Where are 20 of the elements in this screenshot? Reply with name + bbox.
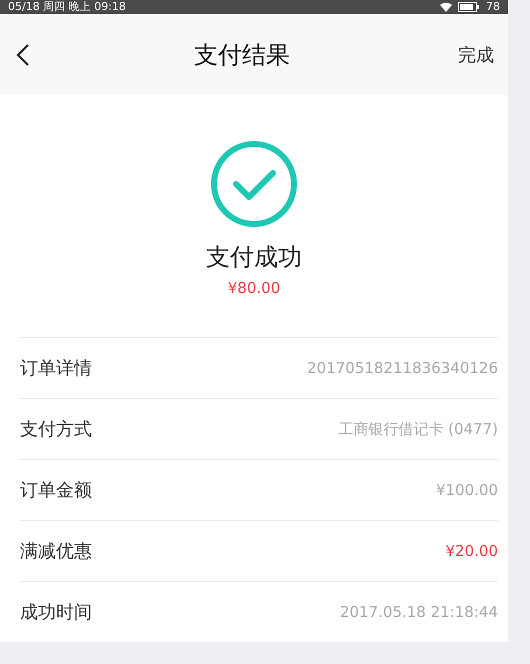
detail-label: 满减优惠 (20, 540, 92, 563)
detail-label: 成功时间 (20, 601, 92, 624)
result-status: 支付成功 (206, 242, 302, 273)
detail-label: 订单详情 (20, 357, 92, 380)
page-title: 支付结果 (194, 40, 290, 70)
wifi-icon (440, 2, 452, 12)
detail-label: 订单金额 (20, 479, 92, 502)
back-icon[interactable] (16, 42, 30, 66)
paid-amount: ¥80.00 (228, 279, 280, 297)
detail-value: 工商银行借记卡 (0477) (338, 420, 498, 438)
done-button[interactable]: 完成 (454, 38, 498, 70)
battery-icon (458, 2, 480, 12)
detail-value: ¥20.00 (446, 542, 498, 560)
detail-value: ¥100.00 (436, 481, 498, 499)
success-check-icon (209, 139, 299, 229)
status-time: 05/18 周四 晚上 09:18 (8, 0, 126, 14)
detail-value: 20170518211836340126 (307, 359, 498, 377)
detail-value: 2017.05.18 21:18:44 (340, 603, 498, 621)
battery-level: 78 (486, 0, 500, 14)
detail-label: 支付方式 (20, 418, 92, 441)
